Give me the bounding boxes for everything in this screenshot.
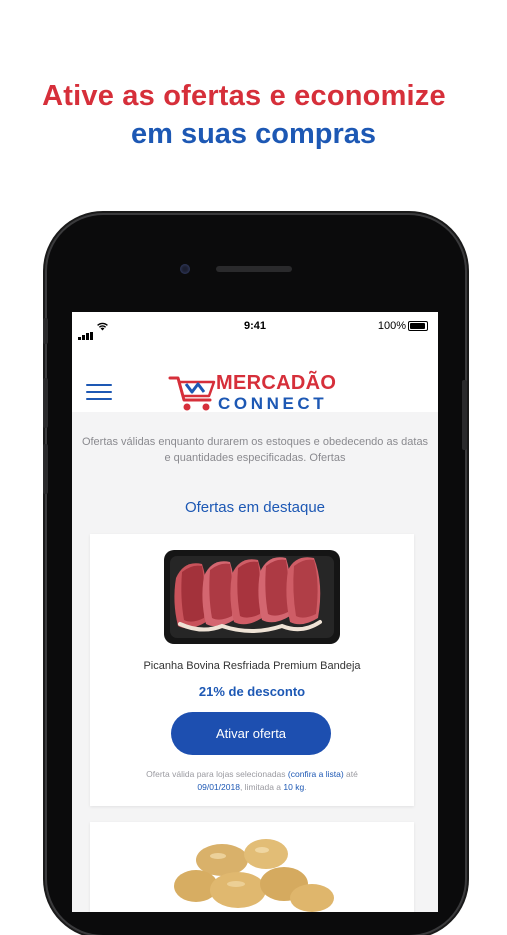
product-title: Picanha Bovina Resfriada Premium Bandeja <box>143 660 361 672</box>
validity-limit-prefix: , limitada a <box>239 782 282 792</box>
headline-line-2: em suas compras <box>130 118 376 150</box>
offer-card <box>90 822 414 912</box>
earpiece-speaker <box>216 266 292 272</box>
discount-label: 21% de desconto <box>198 684 306 699</box>
validity-prefix: Oferta válida para lojas selecionadas <box>146 769 286 779</box>
store-list-link[interactable]: (confira a lista) <box>288 769 344 779</box>
mute-switch <box>43 318 48 344</box>
potatoes-product-image <box>174 839 334 912</box>
validity-end: . <box>304 782 307 792</box>
logo-text-mercadao: MERCADÃO <box>216 372 337 394</box>
offers-content: Ofertas válidas enquanto durarem os esto… <box>72 412 438 912</box>
shopping-cart-logo-icon <box>168 376 216 411</box>
offers-disclaimer: Ofertas válidas enquanto durarem os esto… <box>81 436 429 464</box>
mercadao-connect-logo: MERCADÃO CONNECT <box>168 372 348 416</box>
hamburger-menu-icon[interactable] <box>86 384 112 400</box>
picanha-product-image <box>164 550 340 644</box>
activate-offer-button[interactable]: Ativar oferta <box>171 712 331 755</box>
validity-mid: até <box>346 769 358 779</box>
battery-percentage: 100% <box>377 320 406 332</box>
status-bar: 9:41 100% <box>72 312 438 340</box>
validity-limit: 10 kg <box>283 782 305 792</box>
volume-up-button <box>43 378 48 428</box>
offer-validity-text: Oferta válida para lojas selecionadas (c… <box>106 768 398 794</box>
power-button <box>462 380 467 450</box>
offer-card: Picanha Bovina Resfriada Premium Bandeja… <box>90 534 414 806</box>
validity-date: 09/01/2018 <box>197 782 240 792</box>
front-camera <box>180 264 190 274</box>
section-title-featured-offers: Ofertas em destaque <box>184 499 326 516</box>
battery-icon <box>408 321 428 331</box>
headline-line-1: Ative as ofertas e economize <box>42 80 446 112</box>
volume-down-button <box>43 444 48 494</box>
phone-screen: 9:41 100% MERCADÃO CONNECT Ofertas válid… <box>72 312 438 912</box>
logo-text-connect: CONNECT <box>218 394 328 413</box>
